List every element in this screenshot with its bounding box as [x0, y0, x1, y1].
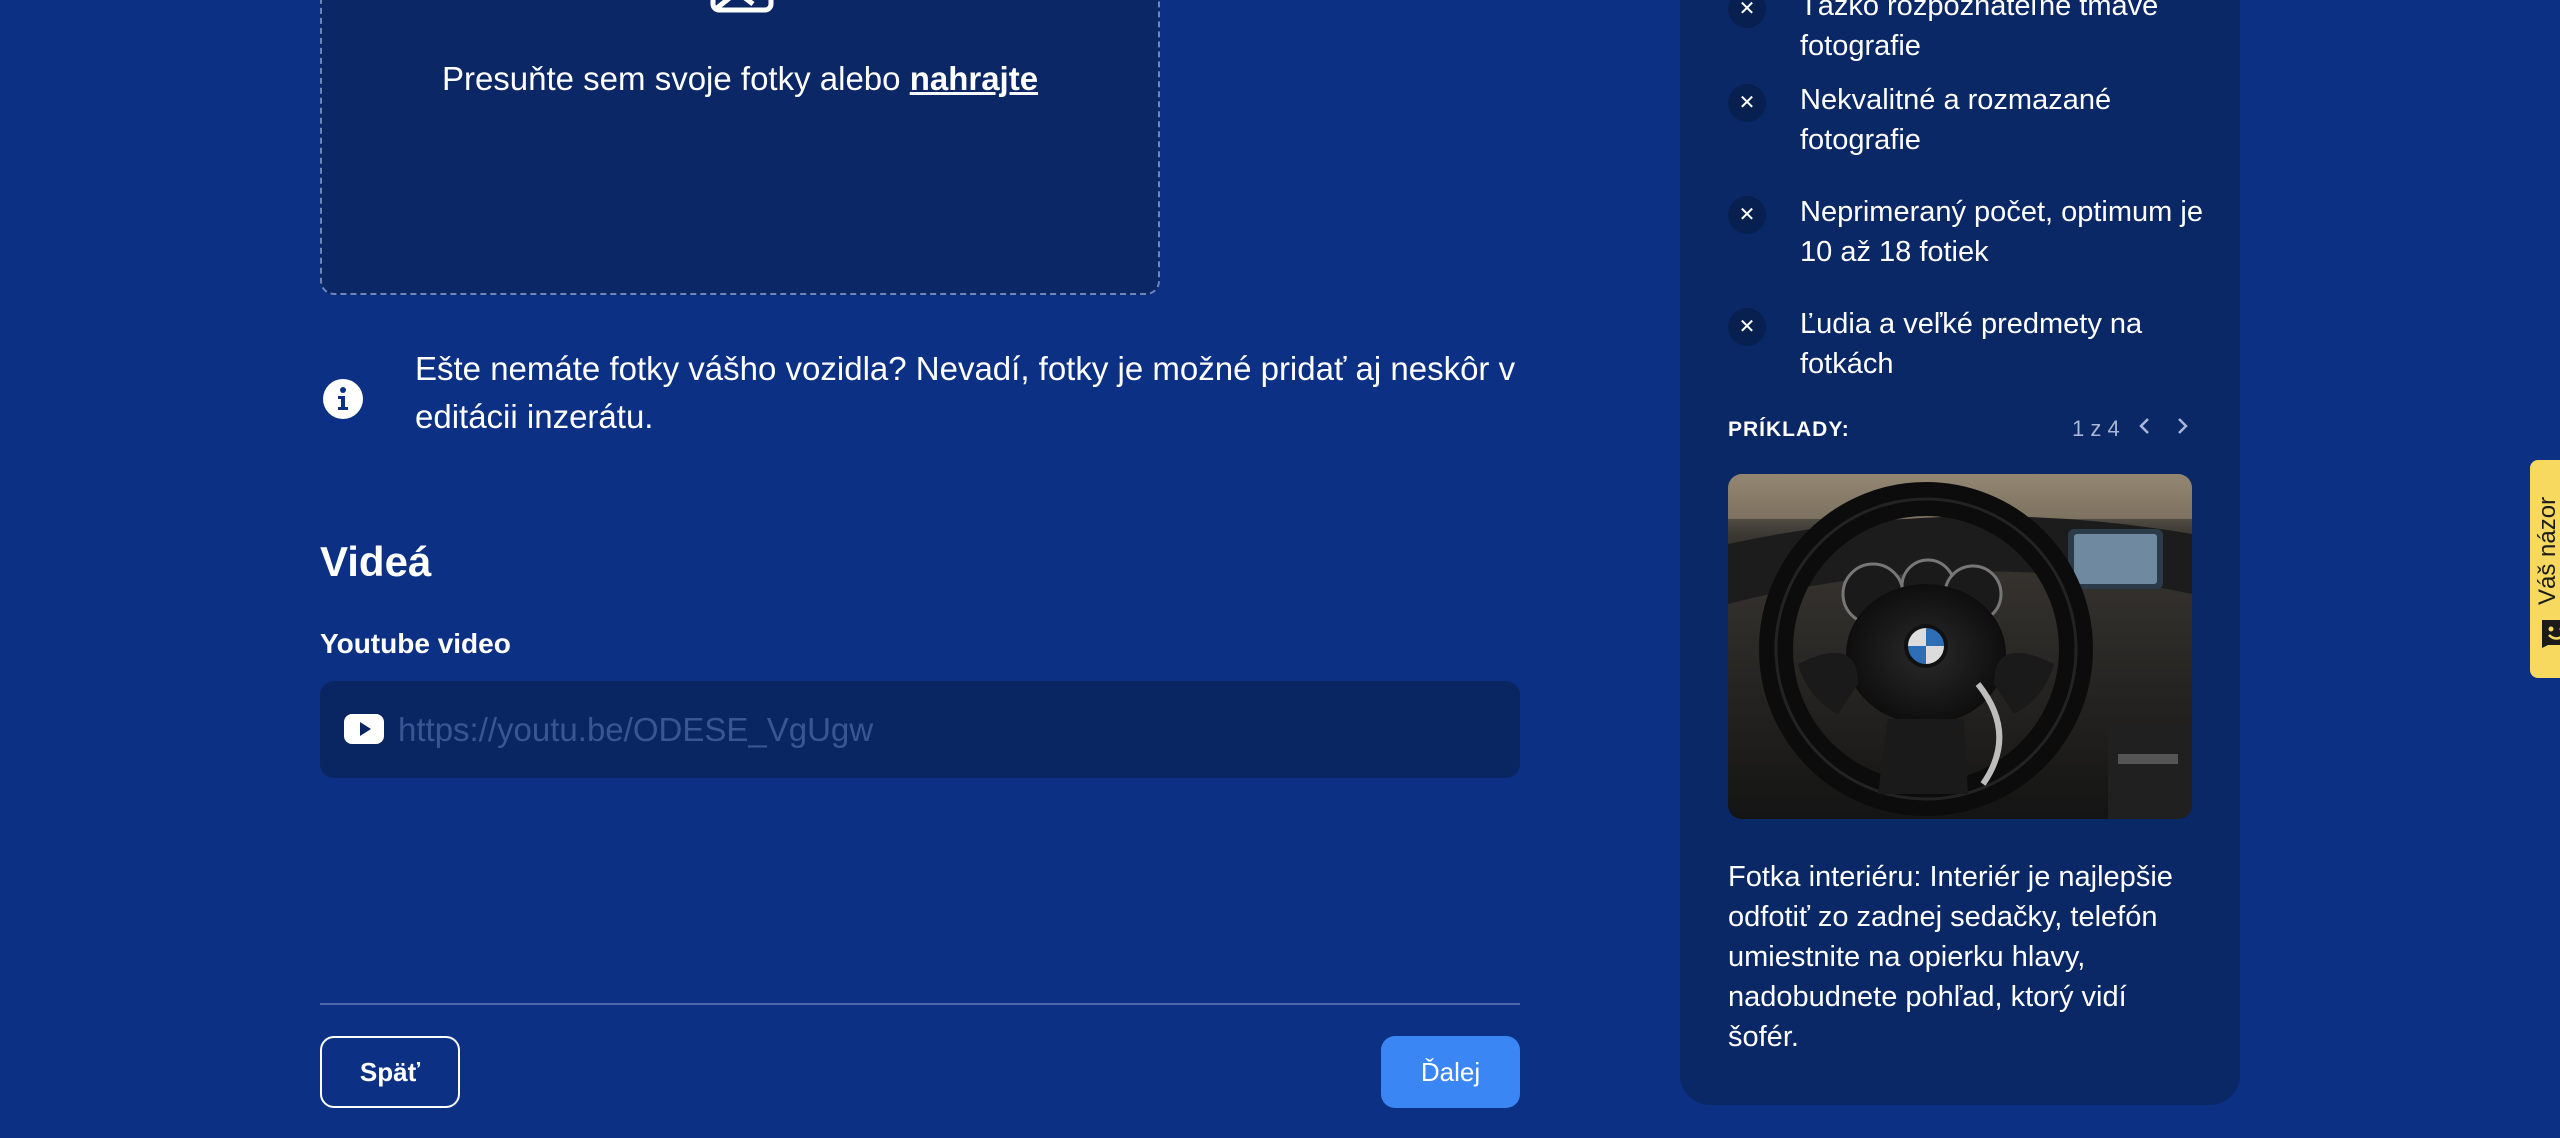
dropzone-instruction: Presuňte sem svoje fotky alebo: [441, 60, 901, 97]
back-button[interactable]: Späť: [320, 1036, 460, 1108]
close-icon: ✕: [1728, 0, 1766, 28]
tip-text: Nekvalitné a rozmazané fotografie: [1800, 84, 2112, 156]
close-icon: ✕: [1728, 196, 1766, 234]
info-text: Ešte nemáte fotky vášho vozidla? Nevadí,…: [415, 350, 1516, 435]
examples-label: PRÍKLADY:: [1728, 418, 1850, 441]
youtube-icon: [344, 714, 384, 744]
feedback-tab[interactable]: Váš názor: [2530, 460, 2560, 678]
smile-icon: [2542, 620, 2560, 648]
photo-tips-panel: ✕ Ťažko rozpoznateľné tmavé fotografie ✕…: [1680, 0, 2240, 1105]
feedback-label: Váš názor: [2534, 496, 2560, 605]
steering-wheel-image: [1728, 474, 2192, 819]
close-icon: ✕: [1728, 84, 1766, 122]
tip-text: Neprimeraný počet, optimum je 10 až 18 f…: [1800, 196, 2203, 268]
dropzone-text: Presuňte sem svoje fotky alebo nahrajte: [322, 60, 1158, 98]
example-caption: Fotka interiéru: Interiér je najlepšie o…: [1728, 861, 2173, 1053]
close-icon: ✕: [1728, 308, 1766, 346]
photo-dropzone[interactable]: Presuňte sem svoje fotky alebo nahrajte: [320, 0, 1160, 295]
chevron-right-icon[interactable]: [2167, 411, 2197, 441]
videos-section-title: Videá: [320, 538, 432, 585]
example-photo: [1728, 474, 2192, 819]
next-button[interactable]: Ďalej: [1381, 1036, 1520, 1108]
youtube-field-label: Youtube video: [320, 628, 511, 659]
youtube-url-input[interactable]: [398, 681, 1498, 778]
tip-text: Ľudia a veľké predmety na fotkách: [1800, 308, 2143, 380]
chevron-left-icon[interactable]: [2130, 411, 2160, 441]
youtube-field[interactable]: [320, 681, 1520, 778]
footer-divider: [320, 1003, 1520, 1005]
info-icon: [323, 379, 363, 419]
examples-pager: 1 z 4: [2072, 416, 2120, 441]
image-icon: [710, 0, 774, 13]
tip-text: Ťažko rozpoznateľné tmavé fotografie: [1800, 0, 2159, 62]
upload-link[interactable]: nahrajte: [910, 60, 1038, 97]
